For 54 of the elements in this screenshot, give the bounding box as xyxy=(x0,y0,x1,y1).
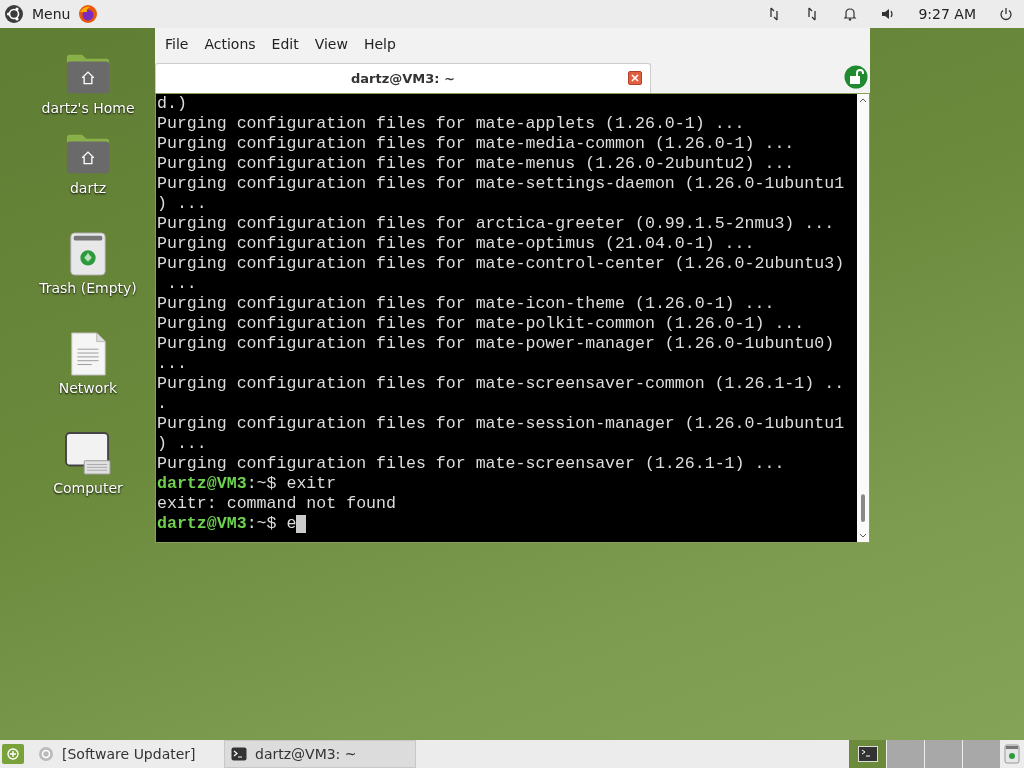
app-icon xyxy=(38,746,54,762)
terminal-line: Purging configuration files for mate-settings-daemon (1.26.0-1ubuntu1 xyxy=(157,174,845,194)
power-icon[interactable] xyxy=(998,6,1014,22)
terminal-line: ... xyxy=(157,354,187,374)
terminal-line: Purging configuration files for mate-media-common (1.26.0-1) ... xyxy=(157,134,795,154)
browser-icon[interactable] xyxy=(78,4,99,24)
terminal-line: ) ... xyxy=(157,194,207,214)
terminal-line: exitr: command not found xyxy=(157,494,396,514)
terminal-line: Purging configuration files for mate-screensaver (1.26.1-1) ... xyxy=(157,454,785,474)
menu-logo-icon[interactable] xyxy=(4,4,24,24)
desktop-icon-label[interactable]: Network xyxy=(58,380,118,396)
terminal-line: . xyxy=(157,394,167,414)
desktop-icon-label[interactable]: dartz xyxy=(69,180,107,196)
workspace-button[interactable] xyxy=(849,740,886,768)
folder-icon[interactable] xyxy=(65,52,111,96)
menu-item[interactable]: Edit xyxy=(265,34,305,54)
desktop-icon-label[interactable]: dartz's Home xyxy=(41,100,135,116)
show-desktop-button[interactable] xyxy=(2,744,24,764)
terminal-line: Purging configuration files for mate-icon-theme (1.26.0-1) ... xyxy=(157,294,775,314)
terminal-line: Purging configuration files for arctica-greeter (0.99.1.5-2nmu3) ... xyxy=(157,214,835,234)
terminal-line: Purging configuration files for mate-power-manager (1.26.0-1ubuntu0) xyxy=(157,334,835,354)
terminal-icon xyxy=(231,746,247,762)
trash-icon[interactable] xyxy=(1004,744,1020,764)
close-icon[interactable] xyxy=(628,71,642,85)
tab-title: dartz@VM3: ~ xyxy=(351,71,455,86)
window-thumbnail-icon xyxy=(857,746,878,762)
taskbar-button[interactable]: dartz@VM3: ~ xyxy=(224,740,416,768)
unlocked-padlock-icon[interactable] xyxy=(844,65,868,89)
folder-icon[interactable] xyxy=(65,132,111,176)
terminal-line: Purging configuration files for mate-menus (1.26.0-2ubuntu2) ... xyxy=(157,154,795,174)
menu-item[interactable]: View xyxy=(308,34,354,54)
terminal-line: Purging configuration files for mate-control-center (1.26.0-2ubuntu3) xyxy=(157,254,845,274)
menu-item[interactable]: Help xyxy=(357,34,402,54)
terminal-line: Purging configuration files for mate-optimus (21.04.0-1) ... xyxy=(157,234,755,254)
terminal-line: dartz@VM3:~$ exitr xyxy=(157,474,337,494)
terminal-line: d.) xyxy=(157,94,187,114)
terminal-line: ... xyxy=(165,274,197,294)
terminal-line: dartz@VM3:~$ e xyxy=(157,514,297,534)
computer-icon[interactable] xyxy=(65,432,111,476)
terminal-tab[interactable]: dartz@VM3: ~ xyxy=(155,63,651,93)
terminal-line: Purging configuration files for mate-session-manager (1.26.0-1ubuntu1 xyxy=(157,414,845,434)
desktop-icon-label[interactable]: Computer xyxy=(53,480,123,496)
taskbar-button[interactable]: [Software Updater] xyxy=(32,740,224,768)
scrollbar[interactable] xyxy=(857,94,869,542)
bell-icon[interactable] xyxy=(842,6,859,22)
menu-label[interactable]: Menu xyxy=(32,6,71,22)
terminal-line: Purging configuration files for mate-applets (1.26.0-1) ... xyxy=(157,114,745,134)
terminal-line: Purging configuration files for mate-screensaver-common (1.26.1-1) .. xyxy=(157,374,845,394)
menu-item[interactable]: File xyxy=(159,34,195,54)
clock[interactable]: 9:27 AM xyxy=(918,6,976,22)
desktop-icon-label[interactable]: Trash (Empty) xyxy=(39,280,137,296)
menu-item[interactable]: Actions xyxy=(198,34,262,54)
terminal-line: ) ... xyxy=(157,434,207,454)
terminal-line: Purging configuration files for mate-polkit-common (1.26.0-1) ... xyxy=(157,314,805,334)
